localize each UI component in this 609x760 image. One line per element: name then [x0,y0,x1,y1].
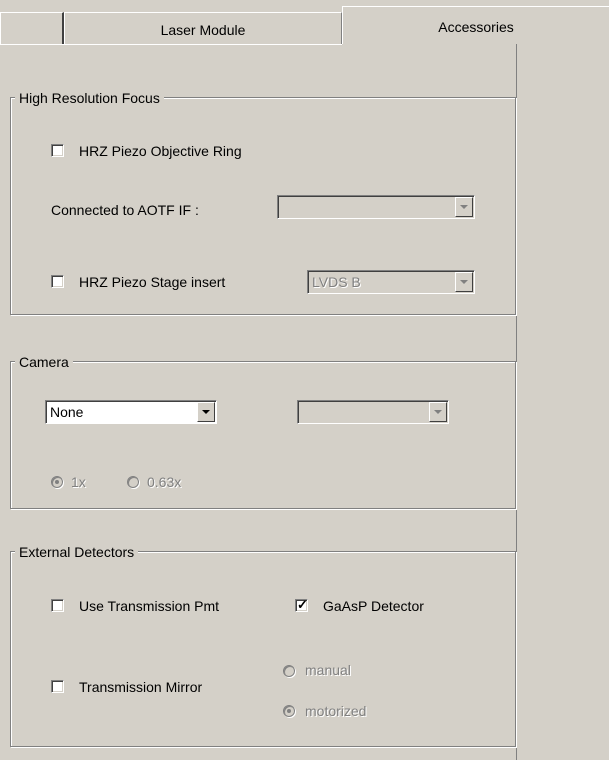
hrf-group: High Resolution Focus HRZ Piezo Objectiv… [10,89,516,315]
tab-accessories-label: Accessories [438,19,514,35]
camera-group: Camera None 1x 0.63x [10,353,516,509]
hrz-stage-insert-label: HRZ Piezo Stage insert [79,274,226,290]
magnification-1x-label: 1x [71,474,86,490]
gaasp-detector-checkbox[interactable]: ✓ [295,597,308,612]
connected-aotf-select[interactable] [277,195,475,219]
gaasp-detector-label: GaAsP Detector [323,598,424,614]
tab-strip: Laser Module Accessories [0,0,609,45]
mirror-motorized-radio[interactable] [283,705,295,717]
checkmark-icon: ✓ [297,597,308,612]
hrz-objective-ring-checkbox[interactable] [51,144,64,157]
mirror-motorized-label: motorized [305,703,367,719]
camera-select[interactable]: None [45,400,217,424]
external-detectors-group: External Detectors Use Transmission Pmt … [10,543,516,747]
magnification-063x-label: 0.63x [147,474,182,490]
stage-insert-value: LVDS B [312,274,361,290]
tab-laser-module-label: Laser Module [160,22,246,38]
magnification-1x-radio[interactable] [51,476,63,488]
stage-insert-select[interactable]: LVDS B [307,270,475,294]
camera-secondary-select[interactable] [297,400,449,424]
chevron-down-icon[interactable] [429,402,447,422]
tab-laser-module[interactable]: Laser Module [64,12,342,44]
chevron-down-icon[interactable] [455,272,473,292]
right-background [517,44,609,760]
hrz-objective-ring-label: HRZ Piezo Objective Ring [79,143,242,159]
chevron-down-icon[interactable] [455,197,473,217]
connected-aotf-label: Connected to AOTF IF : [51,202,199,218]
transmission-mirror-label: Transmission Mirror [79,679,203,695]
hrf-group-title: High Resolution Focus [15,89,164,107]
mirror-manual-radio[interactable] [283,665,295,677]
camera-group-title: Camera [15,353,73,371]
tab-accessories[interactable]: Accessories [342,6,609,44]
chevron-down-icon[interactable] [197,402,215,422]
magnification-063x-radio[interactable] [127,476,139,488]
transmission-pmt-checkbox[interactable] [51,599,64,612]
camera-select-value: None [50,404,84,420]
external-detectors-title: External Detectors [15,543,139,561]
transmission-pmt-label: Use Transmission Pmt [79,598,220,614]
tab-blank[interactable] [0,12,64,44]
hrz-stage-insert-checkbox[interactable] [51,275,64,288]
transmission-mirror-checkbox[interactable] [51,680,64,693]
mirror-manual-label: manual [305,662,351,678]
